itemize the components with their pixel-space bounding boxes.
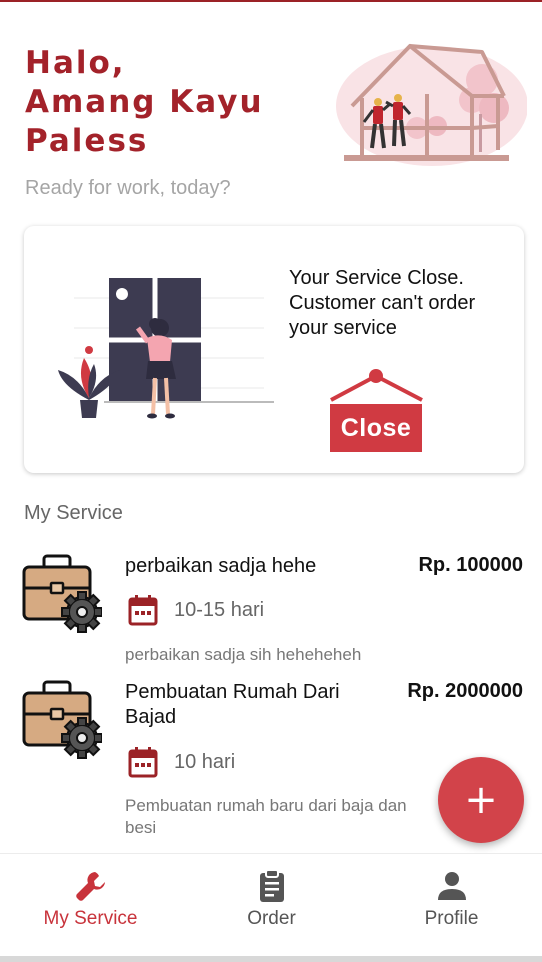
clipboard-icon [259,869,284,902]
wrench-icon [75,872,105,901]
nav-label: My Service [43,908,138,929]
woman-at-window-illustration [58,278,274,419]
nav-item-my-service[interactable]: My Service [0,854,181,957]
add-service-button[interactable]: + [438,757,524,843]
service-status-card: Your Service Close. Customer can't order… [24,226,524,473]
greeting-title: Halo, Amang Kayu Paless [25,44,264,161]
house-construction-illustration [336,44,527,166]
my-service-heading: My Service [24,502,123,524]
briefcase-gear-icon [22,554,102,634]
service-duration: 10-15 hari [174,599,265,621]
service-price: Rp. 2000000 [407,680,523,702]
service-closed-message: Your Service Close. Customer can't order… [289,267,476,339]
top-accent-line [0,0,542,2]
close-status-badge[interactable]: Close [330,404,422,452]
nav-item-profile[interactable]: Profile [361,854,542,957]
nav-item-order[interactable]: Order [181,854,362,957]
briefcase-gear-icon [22,680,102,760]
greeting-line-2: Amang Kayu [25,84,264,120]
calendar-icon [128,594,158,626]
greeting-subtitle: Ready for work, today? [25,177,231,199]
nav-label: Order [247,908,296,929]
greeting-line-3: Paless [25,123,149,159]
service-name: perbaikan sadja hehe [125,555,317,577]
system-nav-strip [0,956,542,962]
nav-label: Profile [424,908,479,929]
greeting-line-1: Halo, [25,45,126,81]
service-duration: 10 hari [174,751,236,773]
person-icon [437,872,466,900]
calendar-icon [128,746,158,778]
service-price: Rp. 100000 [418,554,523,576]
bottom-navigation: My Service Order Profile [0,853,542,956]
service-description: Pembuatan rumah baru dari baja dan besi [125,796,407,837]
service-description: perbaikan sadja sih heheheheh [125,645,362,664]
service-name: Pembuatan Rumah Dari Bajad [125,681,340,728]
